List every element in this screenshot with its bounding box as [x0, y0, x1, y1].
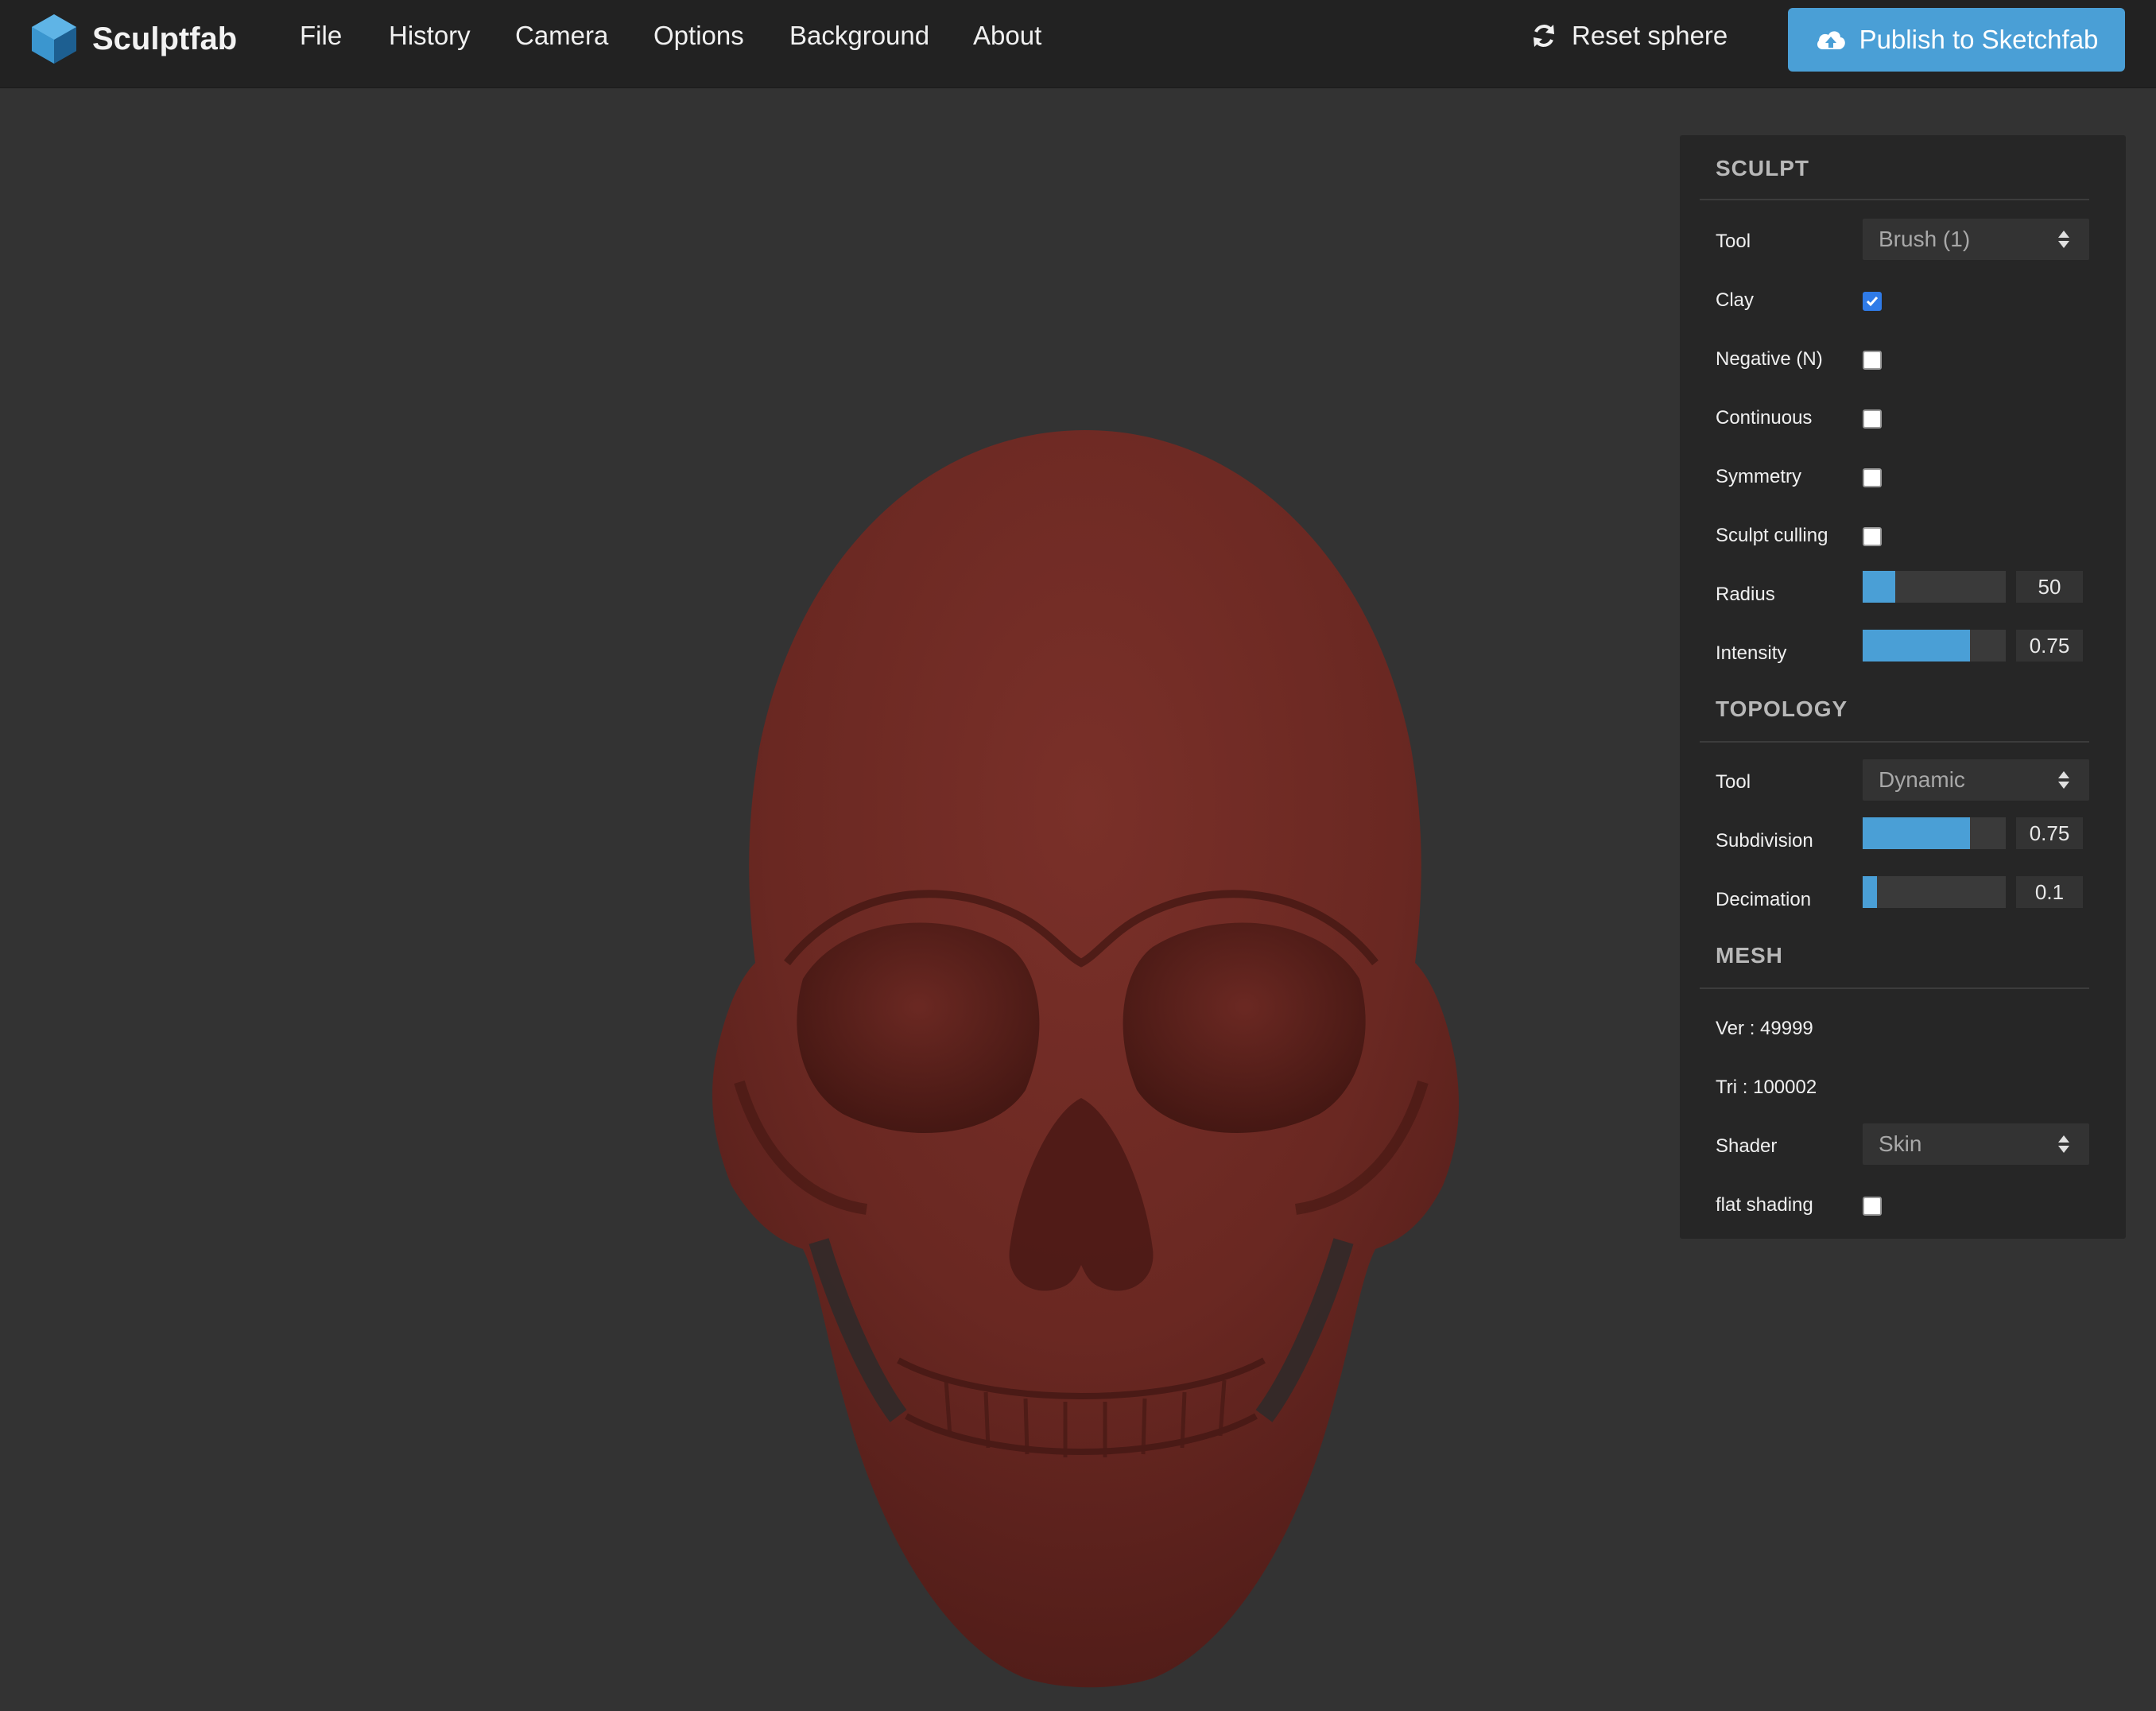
refresh-icon — [1534, 25, 1554, 47]
section-divider — [1700, 199, 2089, 200]
decimation-label: Decimation — [1716, 889, 1812, 910]
topology-tool-select[interactable]: Dynamic — [1863, 759, 2089, 801]
menu-about[interactable]: About — [973, 21, 1041, 51]
negative-checkbox[interactable] — [1863, 351, 1882, 370]
subdivision-slider-fill — [1863, 817, 1970, 849]
topology-tool-value: Dynamic — [1879, 767, 1965, 792]
intensity-value-field[interactable]: 0.75 — [2016, 630, 2083, 662]
decimation-value-field[interactable]: 0.1 — [2016, 876, 2083, 908]
subdivision-slider[interactable] — [1863, 817, 2006, 849]
subdivision-label: Subdivision — [1716, 830, 1813, 852]
sculpt-tool-select[interactable]: Brush (1) — [1863, 219, 2089, 260]
radius-slider-fill — [1863, 571, 1896, 603]
menu-background[interactable]: Background — [789, 21, 929, 51]
publish-to-sketchfab-button[interactable]: Publish to Sketchfab — [1788, 8, 2125, 72]
section-divider — [1700, 741, 2089, 743]
skull-mesh — [712, 430, 1459, 1688]
radius-slider[interactable] — [1863, 571, 2006, 603]
triangle-count: Tri : 100002 — [1716, 1077, 1817, 1098]
shader-label: Shader — [1716, 1135, 1778, 1157]
clay-label: Clay — [1716, 289, 1755, 311]
top-menu-bar: Sculptfab File History Camera Options Ba… — [0, 0, 2156, 88]
clay-checkbox[interactable] — [1863, 292, 1882, 311]
checkmark-icon — [1866, 297, 1879, 307]
reset-sphere-label: Reset sphere — [1572, 21, 1728, 50]
controls-panel: SCULPT Tool Brush (1) Clay Negative (N) … — [1680, 135, 2126, 1239]
vertex-count: Ver : 49999 — [1716, 1018, 1813, 1039]
continuous-label: Continuous — [1716, 407, 1813, 429]
menu-camera[interactable]: Camera — [515, 21, 608, 51]
menu-file[interactable]: File — [300, 21, 342, 51]
menu-history[interactable]: History — [389, 21, 471, 51]
intensity-slider[interactable] — [1863, 630, 2006, 662]
shader-value: Skin — [1879, 1131, 1922, 1156]
sculpt-section-title: SCULPT — [1716, 156, 1809, 180]
sculpt-tool-value: Brush (1) — [1879, 227, 1971, 251]
publish-label: Publish to Sketchfab — [1859, 25, 2099, 54]
radius-label: Radius — [1716, 584, 1775, 605]
sculpt-tool-label: Tool — [1716, 231, 1751, 252]
section-divider — [1700, 987, 2089, 989]
flat-shading-label: flat shading — [1716, 1194, 1813, 1216]
symmetry-label: Symmetry — [1716, 466, 1801, 487]
mesh-section-title: MESH — [1716, 943, 1783, 968]
sculpt-culling-label: Sculpt culling — [1716, 525, 1828, 546]
menu-options[interactable]: Options — [653, 21, 744, 51]
reset-sphere-button[interactable]: Reset sphere — [1530, 21, 1728, 51]
subdivision-value-field[interactable]: 0.75 — [2016, 817, 2083, 849]
decimation-slider-fill — [1863, 876, 1877, 908]
cloud-upload-icon — [1817, 31, 1845, 49]
app-logo[interactable]: Sculptfab — [30, 13, 237, 65]
select-arrows-icon — [2058, 771, 2069, 789]
flat-shading-checkbox[interactable] — [1863, 1197, 1882, 1216]
continuous-checkbox[interactable] — [1863, 409, 1882, 429]
topology-tool-label: Tool — [1716, 771, 1751, 793]
symmetry-checkbox[interactable] — [1863, 468, 1882, 487]
topology-section-title: TOPOLOGY — [1716, 696, 1848, 721]
sculptfab-logo-icon — [32, 14, 76, 64]
negative-label: Negative (N) — [1716, 348, 1823, 370]
shader-select[interactable]: Skin — [1863, 1123, 2089, 1165]
select-arrows-icon — [2058, 1135, 2069, 1153]
intensity-slider-fill — [1863, 630, 1970, 662]
intensity-label: Intensity — [1716, 642, 1787, 664]
decimation-slider[interactable] — [1863, 876, 2006, 908]
radius-value-field[interactable]: 50 — [2016, 571, 2083, 603]
sculpt-culling-checkbox[interactable] — [1863, 527, 1882, 546]
app-name: Sculptfab — [92, 21, 238, 56]
select-arrows-icon — [2058, 231, 2069, 248]
